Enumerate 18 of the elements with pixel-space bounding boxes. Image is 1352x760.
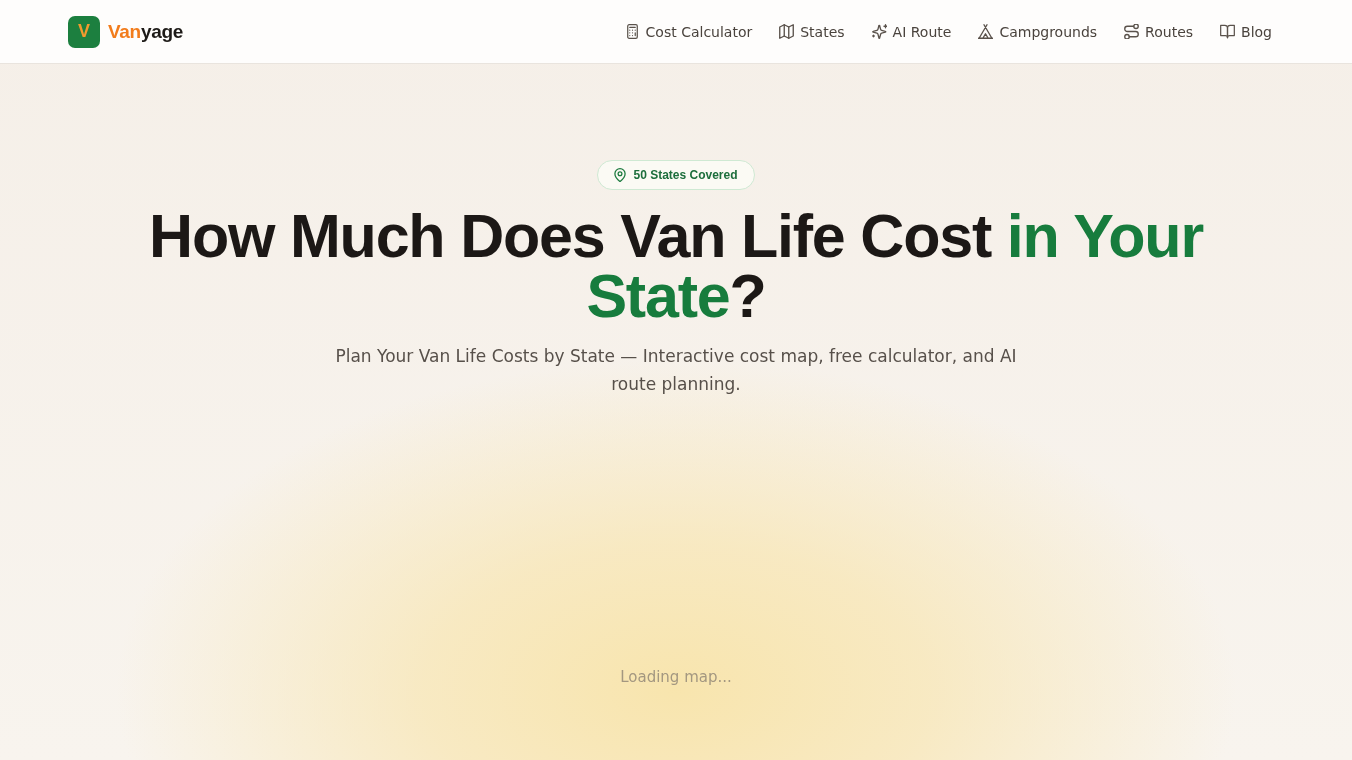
badge-text: 50 States Covered	[633, 168, 738, 182]
route-icon	[1124, 24, 1140, 39]
brand-name[interactable]: Vanyage	[108, 20, 183, 43]
nav-link[interactable]: Cost Calculator	[624, 23, 753, 40]
nav-link[interactable]: Campgrounds	[978, 23, 1098, 40]
hero-subtitle: Plan Your Van Life Costs by State — Interactive cost map, free calculator, and AI route planning.	[334, 345, 1018, 396]
nav-link[interactable]: States	[779, 23, 845, 40]
nav-link[interactable]: Routes	[1124, 23, 1194, 40]
map-loading-text: Loading map...	[620, 668, 732, 688]
sparkles-icon	[871, 24, 887, 39]
map-icon	[779, 24, 795, 39]
hero-heading: How Much Does Van Life Cost in Your State?	[148, 206, 1205, 326]
nav-link[interactable]: Blog	[1220, 23, 1272, 40]
nav-link[interactable]: AI Route	[871, 23, 952, 40]
tent-icon	[978, 24, 994, 39]
map-pin-icon	[614, 168, 627, 182]
calculator-icon	[624, 24, 640, 39]
book-icon	[1220, 24, 1236, 39]
